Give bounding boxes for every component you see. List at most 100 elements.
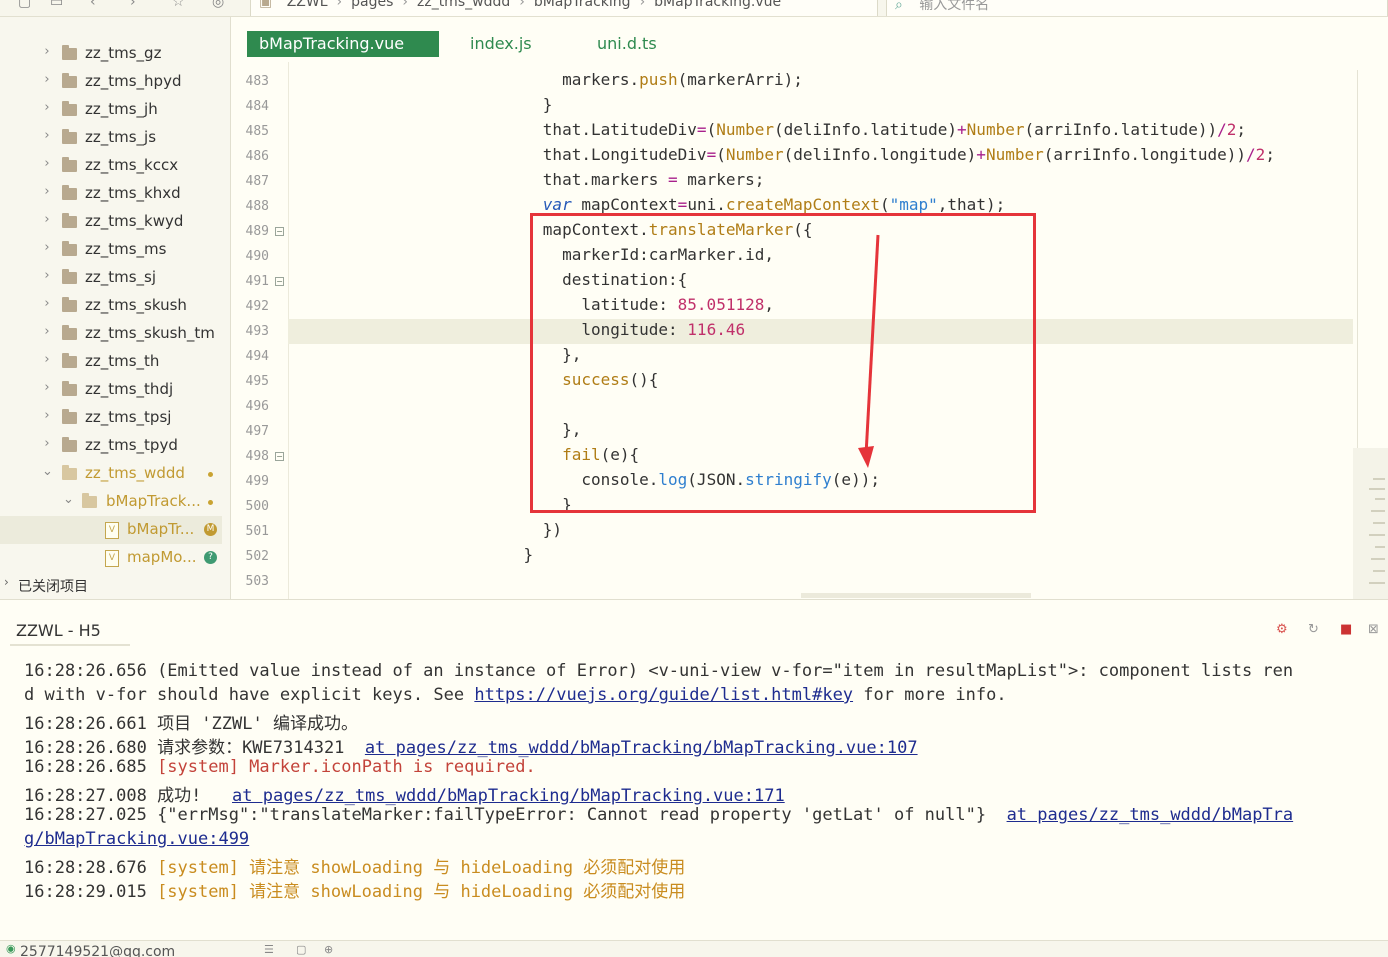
breadcrumb-item[interactable]: bMapTracking [534,0,631,10]
tree-item-label: zz_tms_wddd [85,464,185,482]
chevron-right-icon[interactable]: › [42,72,52,87]
window-icon[interactable]: ▢ [296,943,306,956]
tree-item-file-active[interactable]: VbMapTr... M [0,516,222,544]
tree-item[interactable]: › zz_tms_khxd [0,180,222,208]
chevron-right-icon[interactable]: › [42,100,52,115]
folder-icon [62,325,77,340]
line-number: 483 [245,74,269,89]
tab-index-js[interactable]: index.js [458,31,544,57]
top-toolbar: ▢ ▭ ‹ › ☆ ◎ ▣ ZZWL › pages › zz_tms_wddd › bMa… [0,0,1388,17]
tree-item[interactable]: › zz_tms_ms [0,236,222,264]
code-line[interactable]: } [485,545,534,564]
tree-item[interactable]: › zz_tms_th [0,348,222,376]
fold-collapse-icon[interactable]: − [275,277,284,286]
tree-item-file[interactable]: VmapMo...? [0,544,222,572]
tree-item[interactable]: › zz_tms_kwyd [0,208,222,236]
chevron-right-icon[interactable]: › [42,44,52,59]
status-user[interactable]: 2577149521@qq.com [20,944,175,957]
tree-item[interactable]: › zz_tms_tpsj [0,404,222,432]
tab-uni-d-ts[interactable]: uni.d.ts [585,31,669,57]
fold-collapse-icon[interactable]: − [275,452,284,461]
save-icon[interactable]: ▭ [50,0,63,10]
console-link[interactable]: at pages/zz_tms_wddd/bMapTra [1007,805,1294,825]
code-line[interactable]: that.markers = markers; [485,170,765,189]
code-line[interactable]: }) [485,520,562,539]
console-line: 16:28:26.656 (Emitted value instead of a… [24,661,1294,681]
star-icon[interactable]: ☆ [172,0,185,10]
chevron-right-icon[interactable]: › [42,408,52,423]
back-icon[interactable]: ‹ [90,0,96,10]
folder-icon [62,241,77,256]
tree-item[interactable]: › zz_tms_hpyd [0,68,222,96]
console-line: d with v-for should have explicit keys. … [24,685,1007,705]
annotation-highlight-box [530,213,1036,513]
breadcrumb-item[interactable]: ZZWL [287,0,328,10]
console-link[interactable]: at pages/zz_tms_wddd/bMapTracking/bMapTr… [365,738,918,758]
line-number: 497 [245,424,269,439]
chevron-right-icon[interactable]: › [42,436,52,451]
tree-item[interactable]: › zz_tms_skush_tm [0,320,222,348]
chevron-right-icon[interactable]: › [42,212,52,227]
horizontal-scrollbar[interactable] [801,593,1031,598]
breadcrumb[interactable]: ▣ ZZWL › pages › zz_tms_wddd › bMapTracking › bM… [250,0,878,16]
tree-item[interactable]: › zz_tms_skush [0,292,222,320]
chevron-down-icon[interactable]: ⌄ [63,492,74,507]
chevron-right-icon[interactable]: › [4,575,9,589]
console-title[interactable]: ZZWL - H5 [16,621,101,640]
forward-icon[interactable]: › [130,0,136,10]
chevron-right-icon[interactable]: › [42,352,52,367]
tree-item[interactable]: › zz_tms_kccx [0,152,222,180]
line-number: 488 [245,199,269,214]
chevron-right-icon[interactable]: › [42,240,52,255]
chevron-right-icon[interactable]: › [42,268,52,283]
chevron-right-icon[interactable]: › [42,380,52,395]
modified-dot [208,472,213,477]
code-line[interactable]: that.LatitudeDiv=(Number(deliInfo.latitu… [485,120,1246,139]
tree-item-label: zz_tms_th [85,352,160,370]
breadcrumb-item[interactable]: zz_tms_wddd [417,0,510,10]
run-icon[interactable]: ◎ [212,0,224,10]
chevron-down-icon[interactable]: ⌄ [42,464,53,479]
tree-item-expanded[interactable]: ⌄ bMapTrack... [0,488,222,516]
chevron-right-icon[interactable]: › [42,128,52,143]
chevron-right-icon[interactable]: › [42,156,52,171]
list-icon[interactable]: ☰ [264,943,274,956]
folder-icon [62,101,77,116]
folder-icon [62,297,77,312]
file-search-input[interactable]: ⌕ 输入文件名 [886,0,1388,16]
tree-item[interactable]: › zz_tms_tpyd [0,432,222,460]
bug-icon[interactable]: ⚙ [1276,622,1288,637]
tree-item-label: zz_tms_kccx [85,156,179,174]
breadcrumb-item[interactable]: pages [351,0,393,10]
chevron-right-icon[interactable]: › [42,324,52,339]
tree-item[interactable]: › zz_tms_gz [0,40,222,68]
new-file-icon[interactable]: ▢ [18,0,31,10]
globe-icon[interactable]: ⊕ [324,943,333,956]
console-link[interactable]: g/bMapTracking.vue:499 [24,829,249,849]
console-link[interactable]: https://vuejs.org/guide/list.html#key [474,685,853,705]
minimap-line [1369,582,1385,584]
chevron-right-icon[interactable]: › [42,184,52,199]
closed-projects[interactable]: › 已关闭项目 [0,572,230,598]
code-line[interactable]: var mapContext=uni.createMapContext("map… [485,195,1005,214]
tree-item[interactable]: › zz_tms_jh [0,96,222,124]
code-line[interactable]: that.LongitudeDiv=(Number(deliInfo.longi… [485,145,1275,164]
console-link[interactable]: at pages/zz_tms_wddd/bMapTracking/bMapTr… [232,786,785,806]
chevron-right-icon[interactable]: › [42,296,52,311]
refresh-icon[interactable]: ↻ [1308,622,1319,637]
fold-collapse-icon[interactable]: − [275,227,284,236]
tab-bmaptracking-vue[interactable]: bMapTracking.vue [247,31,439,57]
tree-item[interactable]: › zz_tms_js [0,124,222,152]
tree-item[interactable]: › zz_tms_thdj [0,376,222,404]
console-line: 16:28:26.661 项目 'ZZWL' 编译成功。 [24,714,358,734]
minimap[interactable] [1353,448,1388,599]
tree-item-expanded[interactable]: ⌄ zz_tms_wddd [0,460,222,488]
code-line[interactable]: markers.push(markerArri); [485,70,803,89]
folder-icon [62,409,77,424]
vue-file-icon: V [105,522,119,539]
breadcrumb-item[interactable]: bMapTracking.vue [654,0,781,10]
code-line[interactable]: } [485,95,553,114]
stop-icon[interactable]: ■ [1340,622,1352,637]
clear-console-icon[interactable]: ⊠ [1368,622,1379,637]
tree-item[interactable]: › zz_tms_sj [0,264,222,292]
